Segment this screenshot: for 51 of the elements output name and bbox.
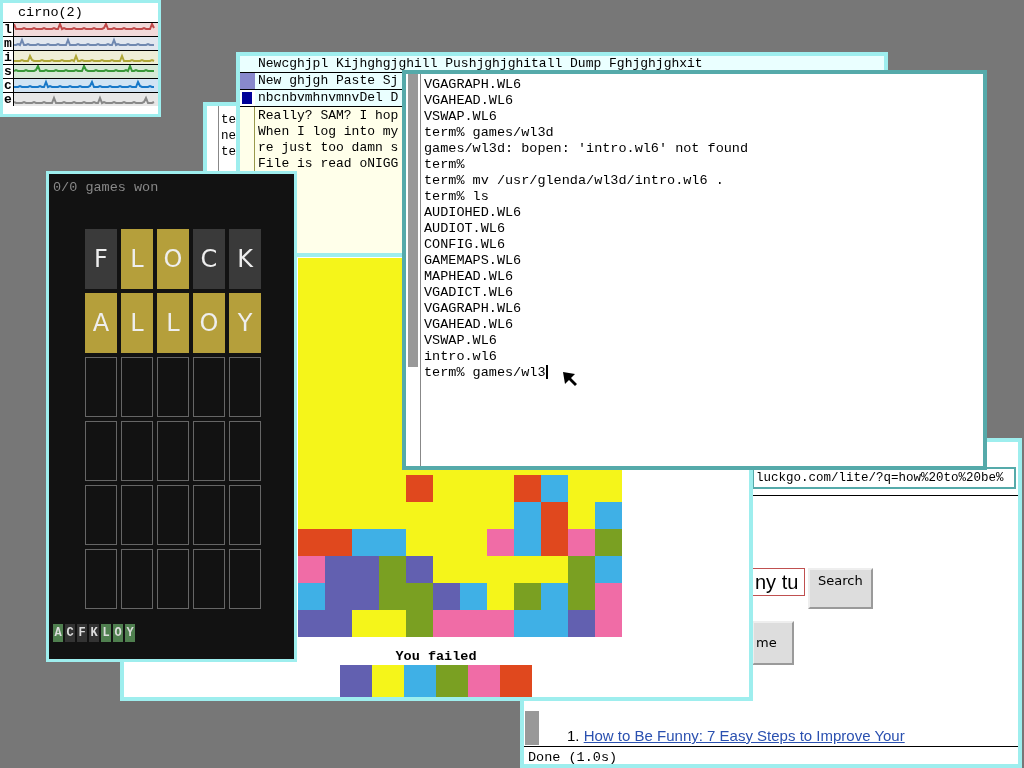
terminal-line: term% games/wl3: [424, 365, 546, 381]
window-title: cirno(2): [17, 4, 84, 22]
terminal-line: VSWAP.WL6: [424, 109, 497, 125]
score-text: 0/0 games won: [52, 179, 159, 196]
letter-tile: L: [121, 229, 153, 289]
terminal-line: VGAGRAPH.WL6: [424, 301, 522, 317]
letter-key: C: [65, 624, 75, 642]
text-line: te: [221, 144, 236, 160]
tag-line: nbcnbvmhnvmnvDel D: [257, 90, 400, 106]
letter-tile: O: [193, 293, 225, 353]
terminal-line: term%: [424, 157, 465, 173]
letter-tile: K: [229, 229, 261, 289]
letter-key: K: [89, 624, 99, 642]
tag-line: New ghjgh Paste Sj: [257, 73, 400, 89]
text-line: Really? SAM? I hop: [258, 108, 399, 124]
letter-key: Y: [125, 624, 135, 642]
letter-key: F: [77, 624, 87, 642]
letter-key: O: [113, 624, 123, 642]
terminal-line: term% mv /usr/glenda/wl3d/intro.wl6 .: [424, 173, 724, 189]
terminal-line: VSWAP.WL6: [424, 333, 497, 349]
terminal-line: term% ls: [424, 189, 489, 205]
terminal-line: CONFIG.WL6: [424, 237, 505, 253]
terminal-line: intro.wl6: [424, 349, 497, 365]
terminal-line: GAMEMAPS.WL6: [424, 253, 522, 269]
terminal-line: VGAHEAD.WL6: [424, 93, 514, 109]
text-line: When I log into my: [258, 124, 399, 140]
terminal-line: MAPHEAD.WL6: [424, 269, 514, 285]
terminal-line: term% games/wl3d: [424, 125, 554, 141]
letter-tile: C: [193, 229, 225, 289]
terminal-line: games/wl3d: bopen: 'intro.wl6' not found: [424, 141, 749, 157]
tag-line: Newcghjpl Kijhghgjghill Pushjghjghitall Dump Fghjghjghxit: [257, 56, 704, 72]
letter-tile: Y: [229, 293, 261, 353]
text-line: te: [221, 112, 236, 128]
terminal-line: AUDIOT.WL6: [424, 221, 505, 237]
text-line: File is read oNIGG: [258, 156, 399, 172]
text-line: re just too damn s: [258, 140, 399, 156]
letter-tile: O: [157, 229, 189, 289]
terminal-line: AUDIOHED.WL6: [424, 205, 522, 221]
terminal-line: VGAHEAD.WL6: [424, 317, 514, 333]
letter-tile: F: [85, 229, 117, 289]
letter-tile: L: [157, 293, 189, 353]
letter-tile: L: [121, 293, 153, 353]
status-text: Done (1.0s): [524, 746, 1018, 764]
text-line: ne: [221, 128, 236, 144]
letter-key: A: [53, 624, 63, 642]
terminal-line: VGADICT.WL6: [424, 285, 514, 301]
result-line: 1. How to Be Funny: 7 Easy Steps to Improve Your: [567, 728, 905, 745]
letter-key: L: [101, 624, 111, 642]
game-message: You failed: [395, 649, 477, 665]
terminal-line: VGAGRAPH.WL6: [424, 77, 522, 93]
letter-tile: A: [85, 293, 117, 353]
